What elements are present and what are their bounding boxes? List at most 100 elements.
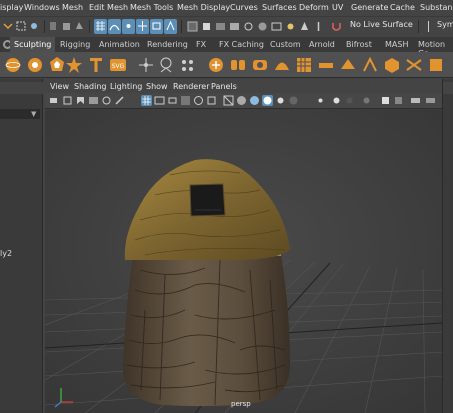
combine-icon[interactable] xyxy=(206,55,226,75)
xray-icon[interactable] xyxy=(315,95,326,106)
wireframe-icon[interactable] xyxy=(223,95,234,106)
orange-arrow-icon[interactable] xyxy=(2,19,15,34)
input-ops-icon[interactable] xyxy=(200,19,213,34)
sphere-icon[interactable] xyxy=(3,55,23,75)
select-object-icon[interactable] xyxy=(60,19,73,34)
tab-custom[interactable]: Custom xyxy=(266,37,305,52)
history-icon[interactable] xyxy=(186,19,199,34)
menu-display[interactable]: isplay xyxy=(0,3,23,12)
default-material-icon[interactable] xyxy=(249,95,260,106)
hypershade-icon[interactable] xyxy=(256,19,269,34)
snap-vertex-icon[interactable] xyxy=(164,19,177,34)
resolution-gate-icon[interactable] xyxy=(167,95,178,106)
menu-edit-mesh[interactable]: Edit Mesh xyxy=(89,3,128,12)
anti-alias-icon[interactable] xyxy=(380,95,391,106)
tab-mash[interactable]: MASH xyxy=(381,37,412,52)
tab-rigging[interactable]: Rigging xyxy=(56,37,94,52)
bridge-icon[interactable] xyxy=(316,55,336,75)
live-surface-field[interactable]: No Live Surface xyxy=(350,20,413,34)
symmetry-field[interactable]: Symm xyxy=(437,20,453,34)
render-settings-icon[interactable] xyxy=(242,19,255,34)
tab-animation[interactable]: Animation xyxy=(95,37,144,52)
snap-point-icon[interactable] xyxy=(122,19,135,34)
ipr-render-icon[interactable] xyxy=(228,19,241,34)
menu-mesh-tools[interactable]: Mesh Tools xyxy=(130,3,173,12)
fill-hole-icon[interactable] xyxy=(338,55,358,75)
volume-icon[interactable] xyxy=(156,55,176,75)
motion-blur-icon[interactable] xyxy=(361,95,372,106)
tab-fx[interactable]: FX xyxy=(192,37,210,52)
star-icon[interactable] xyxy=(64,55,84,75)
pin-icon[interactable] xyxy=(312,19,325,34)
menu-cache[interactable]: Cache xyxy=(390,3,415,12)
menu-uv[interactable]: UV xyxy=(332,3,343,12)
camera-attr-icon[interactable] xyxy=(62,95,73,106)
panel-menu-view[interactable]: View xyxy=(50,82,69,91)
gate-mask-icon[interactable] xyxy=(180,95,191,106)
text-T-icon[interactable] xyxy=(86,55,106,75)
cube-face-icon[interactable] xyxy=(382,55,402,75)
panel-menu-lighting[interactable]: Lighting xyxy=(110,82,142,91)
textured-icon[interactable] xyxy=(262,95,273,106)
svg-icon[interactable]: SVG xyxy=(108,55,128,75)
shadows-icon[interactable] xyxy=(288,95,299,106)
menu-surfaces[interactable]: Surfaces xyxy=(262,3,297,12)
menu-windows[interactable]: Windows xyxy=(24,3,60,12)
menu-mesh[interactable]: Mesh xyxy=(62,3,83,12)
tab-fx-caching[interactable]: FX Caching xyxy=(215,37,268,52)
menu-mesh-display[interactable]: Mesh Display xyxy=(177,3,230,12)
tab-rendering[interactable]: Rendering xyxy=(143,37,192,52)
menu-deform[interactable]: Deform xyxy=(299,3,329,12)
menu-substance[interactable]: Substance xyxy=(420,3,453,12)
grid-toggle-icon[interactable] xyxy=(141,95,152,106)
depth-of-field-icon[interactable] xyxy=(393,95,404,106)
gamma-icon[interactable] xyxy=(425,95,436,106)
bookmark-icon[interactable] xyxy=(75,95,86,106)
render-view-icon[interactable] xyxy=(270,19,283,34)
outliner-item[interactable]: ly2 xyxy=(0,249,12,258)
grease-pencil-icon[interactable] xyxy=(114,95,125,106)
select-component-icon[interactable] xyxy=(73,19,86,34)
snap-grid-icon[interactable] xyxy=(94,19,107,34)
tab-arnold[interactable]: Arnold xyxy=(305,37,339,52)
exposure-icon[interactable] xyxy=(410,95,421,106)
ambient-occlusion-icon[interactable] xyxy=(344,95,355,106)
panel-menu-show[interactable]: Show xyxy=(146,82,168,91)
2d-pan-icon[interactable] xyxy=(101,95,112,106)
render-frame-icon[interactable] xyxy=(214,19,227,34)
symmetry-icon[interactable] xyxy=(422,19,435,34)
film-gate-icon[interactable] xyxy=(154,95,165,106)
panel-menu-shading[interactable]: Shading xyxy=(74,82,107,91)
snap-curve-icon[interactable] xyxy=(108,19,121,34)
panel-menu-panels[interactable]: Panels xyxy=(211,82,237,91)
use-all-lights-icon[interactable] xyxy=(275,95,286,106)
sphere-dots-icon[interactable] xyxy=(178,55,198,75)
snap-view-icon[interactable] xyxy=(136,19,149,34)
separate-icon[interactable] xyxy=(228,55,248,75)
light-editor-icon[interactable] xyxy=(284,19,297,34)
cube-icon[interactable] xyxy=(25,55,45,75)
cluster-icon[interactable] xyxy=(136,55,156,75)
chevron-down-icon[interactable]: ▼ xyxy=(31,110,39,118)
panel-menu-renderer[interactable]: Renderer xyxy=(173,82,210,91)
smooth-icon[interactable] xyxy=(272,55,292,75)
isolate-select-icon[interactable] xyxy=(331,95,342,106)
menu-generate[interactable]: Generate xyxy=(351,3,388,12)
safe-action-icon[interactable] xyxy=(206,95,217,106)
3d-scene[interactable]: persp xyxy=(45,110,442,413)
smooth-shade-icon[interactable] xyxy=(236,95,247,106)
tab-motion-graphics[interactable]: Motion Gr xyxy=(414,37,453,52)
field-chart-icon[interactable] xyxy=(193,95,204,106)
mirror-icon[interactable] xyxy=(294,55,314,75)
multicut-icon[interactable] xyxy=(404,55,424,75)
arnold-render-icon[interactable] xyxy=(298,19,311,34)
image-plane-icon[interactable] xyxy=(88,95,99,106)
tab-sculpting[interactable]: Sculpting xyxy=(10,37,56,52)
boolean-icon[interactable] xyxy=(250,55,270,75)
marquee-icon[interactable] xyxy=(15,19,28,34)
paint-select-icon[interactable] xyxy=(28,19,41,34)
magnet-icon[interactable] xyxy=(330,19,343,34)
select-camera-icon[interactable] xyxy=(49,95,60,106)
snap-surface-icon[interactable] xyxy=(150,19,163,34)
menu-curves[interactable]: Curves xyxy=(230,3,258,12)
